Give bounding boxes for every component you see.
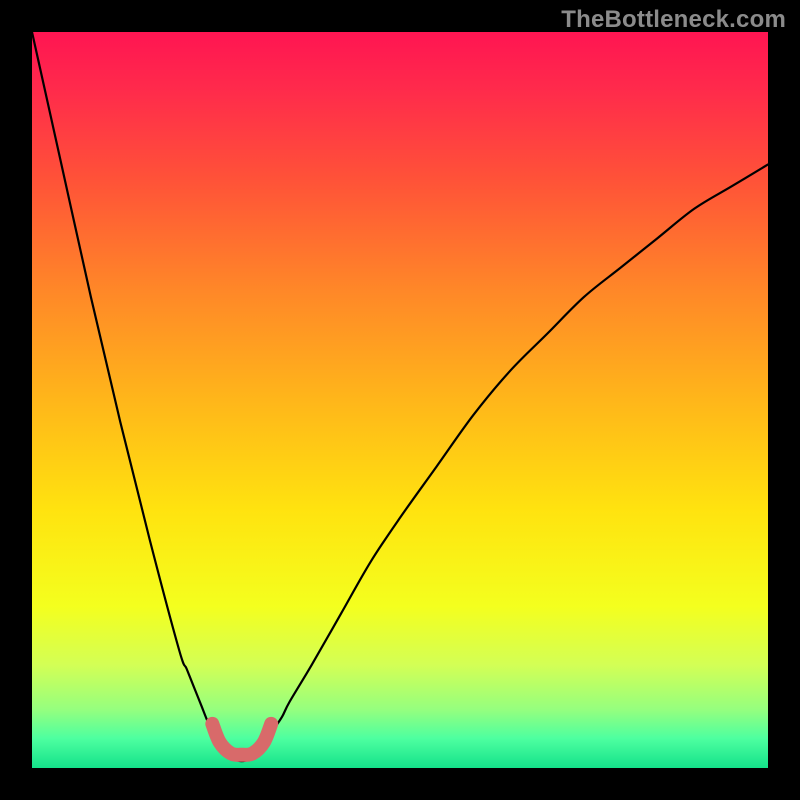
chart-svg [32,32,768,768]
chart-frame: TheBottleneck.com [0,0,800,800]
gradient-background [32,32,768,768]
plot-area [32,32,768,768]
watermark-text: TheBottleneck.com [561,6,786,34]
